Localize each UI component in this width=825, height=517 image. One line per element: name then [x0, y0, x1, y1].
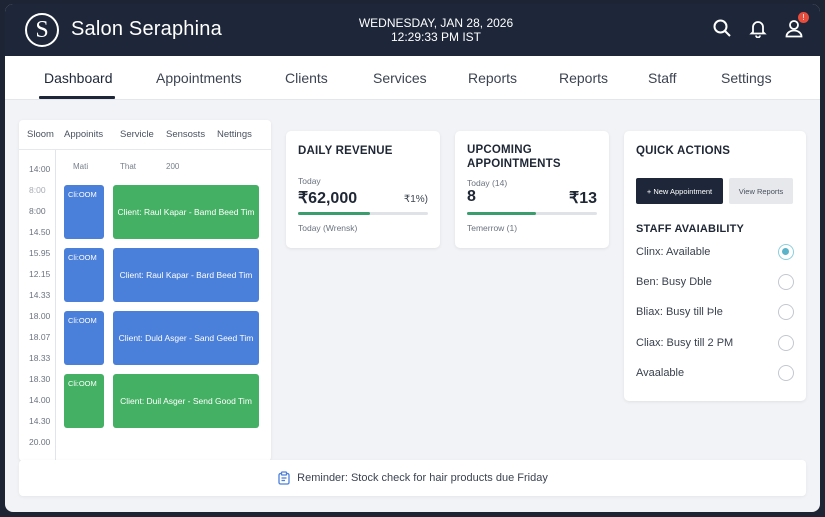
calendar-tab[interactable]: Sloom	[27, 129, 54, 140]
appointment-block-small[interactable]: Cli:OOM	[64, 374, 104, 428]
time-label: 18.00	[29, 311, 51, 321]
time-label: 14.30	[29, 416, 51, 426]
staff-status: Bliax: Busy till Þle	[636, 306, 723, 318]
upcoming-amount: ₹13	[569, 190, 597, 207]
app-window: S Salon Seraphina WEDNESDAY, JAN 28, 202…	[5, 4, 820, 512]
staff-radio[interactable]	[778, 365, 794, 381]
upcoming-progress-fill	[467, 212, 536, 215]
staff-radio[interactable]	[778, 274, 794, 290]
staff-status: Ben: Busy Dble	[636, 276, 712, 288]
reminder-text: Reminder: Stock check for hair products …	[297, 472, 548, 484]
current-date: WEDNESDAY, JAN 28, 2026	[358, 16, 514, 30]
staff-row[interactable]: Bliax: Busy till Þle	[636, 303, 794, 323]
calendar-tab[interactable]: Nettings	[217, 129, 252, 140]
card-title: UPCOMING	[467, 144, 532, 156]
nav-reports[interactable]: Reports	[468, 70, 517, 86]
calendar-column-header: 200	[166, 162, 180, 171]
calendar-tabs: Sloom Appoinits Servicle Sensosts Nettin…	[19, 120, 271, 150]
appointment-block-small[interactable]: Cli:OOM	[64, 248, 104, 302]
view-reports-button[interactable]: View Reports	[729, 178, 793, 204]
appointment-block[interactable]: Client: Raul Kapar - Bard Beed Tim	[113, 248, 259, 302]
current-time: 12:29:33 PM IST	[390, 30, 482, 44]
card-title: APPOINTMENTS	[467, 158, 561, 170]
user-icon[interactable]: !	[784, 12, 809, 38]
nav-dashboard[interactable]: Dashboard	[44, 70, 113, 86]
appointment-block[interactable]: Client: Duld Asger - Sand Geed Tim	[113, 311, 259, 365]
nav-staff[interactable]: Staff	[648, 70, 677, 86]
upcoming-appointments-card: UPCOMING APPOINTMENTS Today (14) 8 ₹13 T…	[455, 131, 609, 248]
appointment-block-small[interactable]: Cli:OOM	[64, 185, 104, 239]
current-datetime: WEDNESDAY, JAN 28, 2026 12:29:33 PM IST	[335, 16, 537, 44]
time-label: 18.30	[29, 374, 51, 384]
bell-icon[interactable]	[748, 18, 768, 39]
notification-badge: !	[798, 12, 809, 23]
staff-radio[interactable]	[778, 335, 794, 351]
appointment-block-small[interactable]: Cli:OOM	[64, 311, 104, 365]
appointment-block[interactable]: Client: Duil Asger - Send Good Tim	[113, 374, 259, 428]
top-icons: !	[712, 12, 809, 39]
reminder-bar: Reminder: Stock check for hair products …	[19, 460, 806, 496]
search-icon[interactable]	[712, 18, 732, 38]
time-label: 14:00	[29, 164, 51, 174]
schedule-calendar: Sloom Appoinits Servicle Sensosts Nettin…	[19, 120, 271, 461]
calendar-tab[interactable]: Servicle	[120, 129, 154, 140]
salon-logo[interactable]: S	[25, 13, 59, 47]
card-title: QUICK ACTIONS	[636, 145, 731, 157]
quick-actions-card: QUICK ACTIONS + New Appointment View Rep…	[624, 131, 806, 401]
staff-availability-title: STAFF AVAIABILITY	[636, 223, 745, 235]
upcoming-count: 8	[467, 188, 476, 205]
daily-revenue-card: DAILY REVENUE Today ₹62,000 ₹1%) Today (…	[286, 131, 440, 248]
time-label: 8:00	[29, 185, 46, 195]
upcoming-period: Today (14)	[467, 178, 508, 188]
revenue-progress-bar	[298, 212, 428, 215]
nav-clients[interactable]: Clients	[285, 70, 328, 86]
clipboard-icon	[278, 471, 290, 485]
time-label: 14.33	[29, 290, 51, 300]
calendar-column-header: That	[120, 162, 137, 171]
nav-services[interactable]: Services	[373, 70, 427, 86]
time-label: 12.15	[29, 269, 51, 279]
active-tab-indicator	[39, 96, 115, 99]
time-label: 14.00	[29, 395, 51, 405]
staff-radio[interactable]	[778, 244, 794, 260]
staff-status: Cliax: Busy till 2 PM	[636, 337, 734, 349]
staff-row[interactable]: Cliax: Busy till 2 PM	[636, 334, 794, 354]
time-label: 18.07	[29, 332, 51, 342]
revenue-period: Today	[298, 176, 321, 186]
calendar-tab[interactable]: Appoinits	[64, 129, 103, 140]
nav-settings[interactable]: Settings	[721, 70, 772, 86]
staff-row[interactable]: Avaalable	[636, 364, 794, 384]
appointment-block[interactable]: Client: Raul Kapar - Bamd Beed Tim	[113, 185, 259, 239]
top-bar: S Salon Seraphina WEDNESDAY, JAN 28, 202…	[5, 4, 820, 56]
calendar-tab[interactable]: Sensosts	[166, 129, 205, 140]
time-label: 20.00	[29, 437, 51, 447]
staff-status: Avaalable	[636, 367, 685, 379]
staff-status: Clinx: Available	[636, 246, 711, 258]
upcoming-footer: Temerrow (1)	[467, 223, 518, 233]
staff-radio[interactable]	[778, 304, 794, 320]
time-label: 14.50	[29, 227, 51, 237]
staff-row[interactable]: Clinx: Available	[636, 243, 794, 263]
time-label: 15.95	[29, 248, 51, 258]
calendar-column-header: Mati	[73, 162, 89, 171]
revenue-amount: ₹62,000	[298, 190, 358, 207]
upcoming-progress-bar	[467, 212, 597, 215]
time-label: 8:00	[29, 206, 46, 216]
revenue-change: ₹1%)	[403, 194, 428, 205]
revenue-progress-fill	[298, 212, 370, 215]
main-nav: Dashboard Appointments Clients Services …	[5, 56, 820, 100]
salon-name: Salon Seraphina	[71, 18, 222, 40]
revenue-footer: Today (Wrensk)	[298, 223, 358, 233]
card-title: DAILY REVENUE	[298, 145, 393, 157]
nav-appointments[interactable]: Appointments	[156, 70, 242, 86]
new-appointment-button[interactable]: + New Appointment	[636, 178, 723, 204]
time-label: 18.33	[29, 353, 51, 363]
staff-row[interactable]: Ben: Busy Dble	[636, 273, 794, 293]
timeline-divider	[55, 150, 56, 461]
nav-reports-2[interactable]: Reports	[559, 70, 608, 86]
